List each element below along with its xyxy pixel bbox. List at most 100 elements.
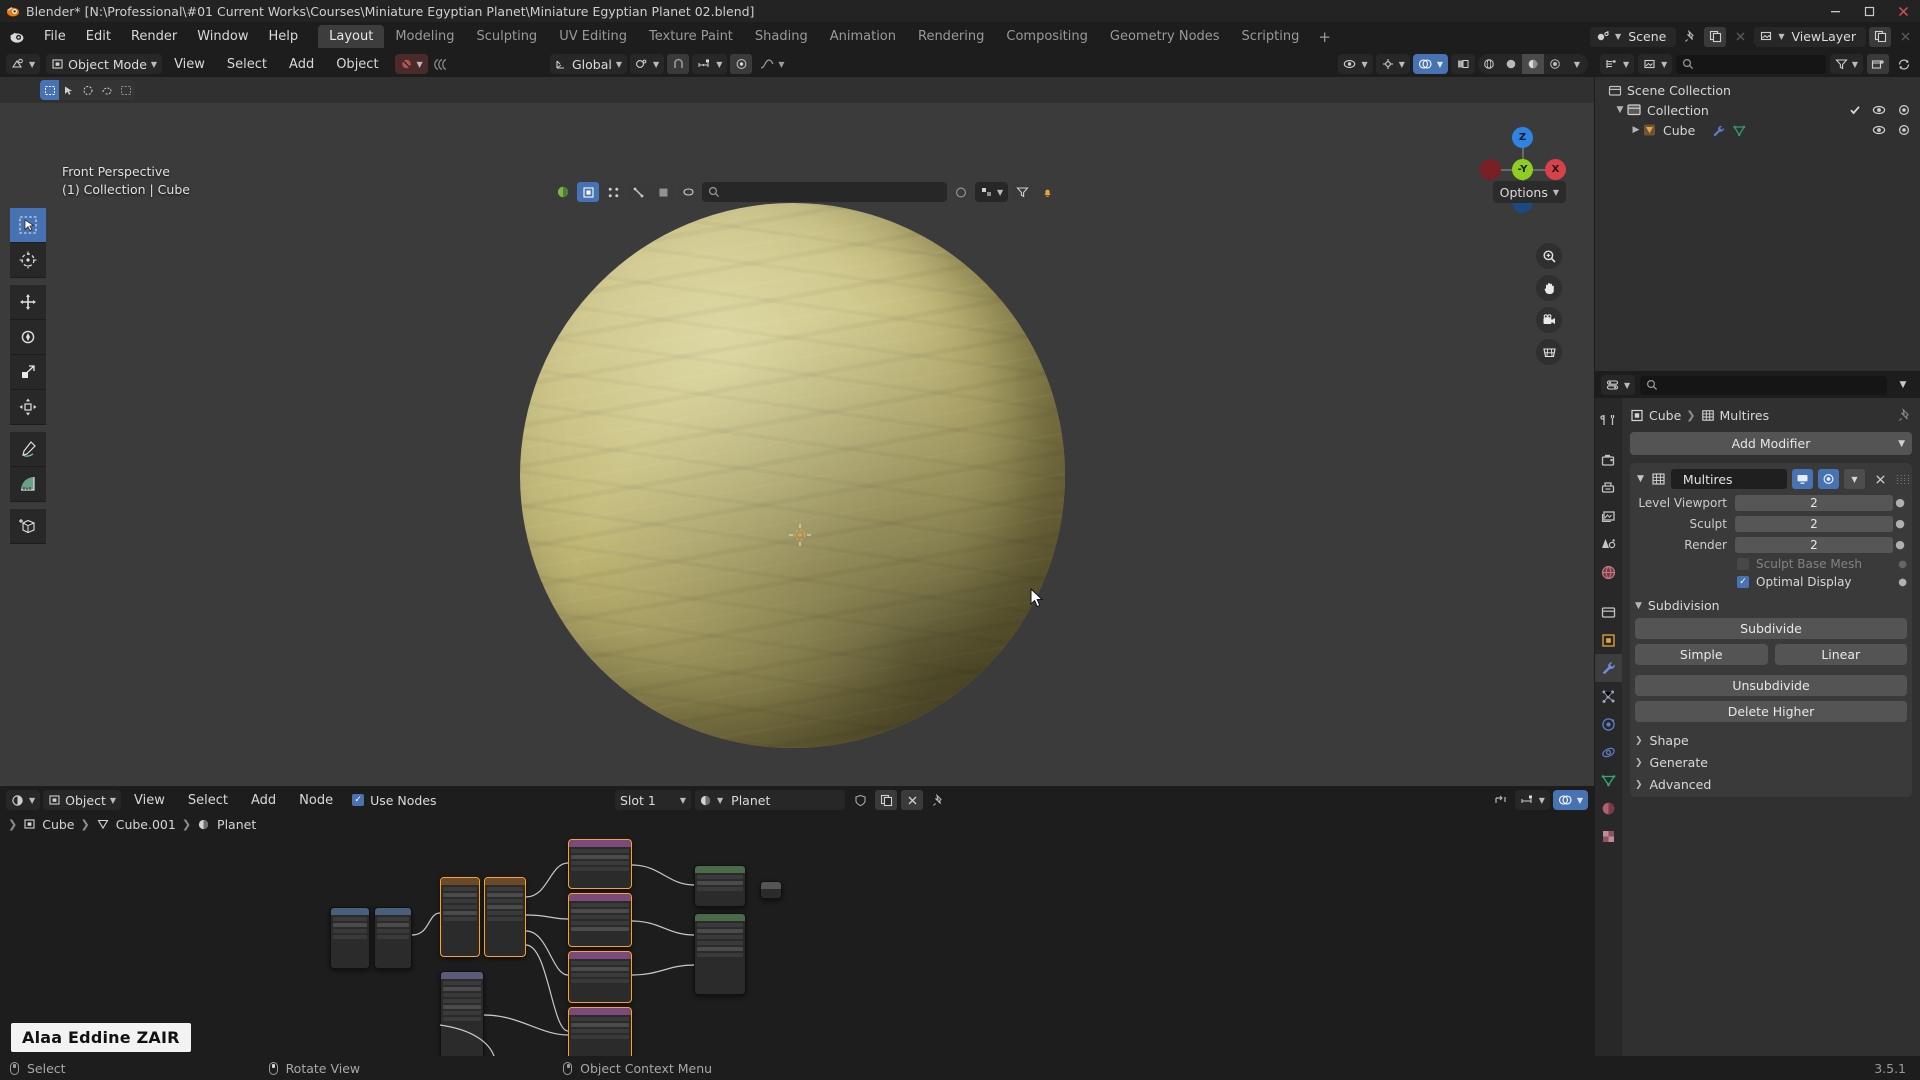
field-value[interactable]: 2 [1735,536,1893,553]
tool-rotate[interactable] [10,320,46,355]
viewport-canvas[interactable]: Front Perspective (1) Collection | Cube [0,103,1594,786]
material-selector[interactable]: ▼ Planet [695,790,845,810]
node-reroute-1[interactable] [760,881,782,899]
workspace-tab-sculpting[interactable]: Sculpting [465,25,548,48]
menu-file[interactable]: File [34,26,76,47]
properties-tab-texture[interactable] [1595,822,1622,850]
snap-node-icon[interactable] [1490,790,1512,810]
checkbox-on-icon[interactable]: ✓ [1737,576,1749,588]
node-snap-settings[interactable]: ▼ [1514,790,1550,810]
material-slot-selector[interactable]: Slot 1 ▼ [615,790,691,810]
node-noise-texture-2[interactable] [568,893,632,947]
unlink-scene-icon[interactable] [1729,27,1751,47]
properties-tab-world[interactable] [1595,558,1622,586]
modifier-checkbox-optimal-display[interactable]: ✓ Optimal Display ● [1635,575,1907,589]
outliner-row-collection[interactable]: ▼ Collection [1595,100,1920,120]
shader-editor-type[interactable]: ▼ [6,790,41,810]
select-island-icon[interactable] [677,182,699,202]
pan-hand-icon[interactable] [1536,275,1562,301]
pivot-point-selector[interactable]: ▼ [630,54,665,74]
duplicate-viewlayer-icon[interactable] [1869,26,1891,47]
shader-type-selector[interactable]: Object ▼ [43,790,122,810]
funnel-filter-icon[interactable] [1011,182,1034,202]
animate-property-dot-icon[interactable]: ● [1898,577,1907,588]
sticky-selection-icon[interactable] [950,182,972,202]
properties-tab-object-constraints[interactable] [1595,738,1622,766]
editor-type-selector[interactable]: ▼ [6,54,41,74]
add-modifier-button[interactable]: Add Modifier ▼ [1630,432,1912,455]
menu-help[interactable]: Help [259,26,309,47]
modifier-section-advanced[interactable]: ❯ Advanced [1635,777,1907,792]
xray-toggle[interactable] [1451,54,1475,74]
material-preview-icon[interactable] [1522,54,1544,74]
camera-render-icon[interactable] [1897,104,1911,116]
node-mapping[interactable] [440,971,484,1056]
checkbox-off-icon[interactable] [1737,558,1749,570]
wireframe-shading-icon[interactable] [1478,54,1500,74]
node-group-b[interactable] [484,877,526,957]
subdivide-button[interactable]: Subdivide [1635,618,1907,639]
unlink-material-icon[interactable] [901,790,923,810]
select-lasso-icon[interactable] [97,80,116,100]
object-mode-extra-icon[interactable]: ▼ [394,54,428,74]
outliner-editor-type[interactable]: ▼ [1600,54,1635,74]
modifier-delete-icon[interactable] [1870,469,1891,489]
pin-icon[interactable] [1679,27,1701,47]
expander-triangle-icon[interactable]: ▶ [1629,125,1643,135]
zoom-icon[interactable] [1536,243,1562,269]
workspace-tab-texture-paint[interactable]: Texture Paint [638,25,744,48]
properties-tab-modifiers[interactable] [1595,654,1622,682]
fake-user-shield-icon[interactable] [849,790,871,810]
node-overlays-toggle[interactable]: ▼ [1552,790,1588,810]
tool-move[interactable] [10,285,46,320]
toggle-orthographic-icon[interactable] [1536,339,1562,365]
linear-button[interactable]: Linear [1774,644,1907,665]
minimize-icon[interactable] [1818,0,1852,22]
maximize-icon[interactable] [1852,0,1886,22]
close-icon[interactable] [1886,0,1920,22]
modifier-section-subdivision[interactable]: ▼ Subdivision [1635,598,1907,613]
animate-property-dot-icon[interactable]: ● [1893,517,1907,530]
properties-options-chevron-icon[interactable]: ▼ [1892,375,1914,395]
animate-property-dot-icon[interactable]: ● [1893,538,1907,551]
gizmo-axis-z[interactable]: Z [1512,127,1533,148]
drag-grip-icon[interactable]: :::::::: [1896,473,1910,486]
outliner-search-input[interactable] [1676,54,1826,74]
properties-tab-view-layer[interactable] [1595,502,1622,530]
delete-higher-button[interactable]: Delete Higher [1635,701,1907,722]
node-noise-texture-1[interactable] [568,839,632,889]
overlays-toggle[interactable]: ▼ [1412,54,1448,74]
viewport-search-input[interactable] [702,182,947,202]
select-box-icon[interactable] [40,80,59,100]
solid-shading-icon[interactable] [1500,54,1522,74]
properties-tab-scene[interactable] [1595,530,1622,558]
snap-settings-selector[interactable]: ▼ [692,54,728,74]
expander-triangle-icon[interactable]: ▼ [1613,105,1627,115]
properties-tab-collection[interactable] [1595,598,1622,626]
eye-icon[interactable] [1872,124,1886,136]
new-material-icon[interactable] [875,790,897,810]
select-edge-icon[interactable] [627,182,649,202]
workspace-tab-layout[interactable]: Layout [318,25,385,48]
shader-menu-select[interactable]: Select [178,790,238,811]
workspace-tab-rendering[interactable]: Rendering [907,25,995,48]
properties-tab-material[interactable] [1595,794,1622,822]
node-value-a[interactable] [330,907,370,969]
chevron-down-icon[interactable]: ▼ [1635,474,1646,484]
menu-render[interactable]: Render [121,26,187,47]
workspace-tab-compositing[interactable]: Compositing [995,25,1099,48]
checkbox-on-icon[interactable]: ✓ [352,794,365,806]
workspace-tab-shading[interactable]: Shading [744,25,819,48]
outliner-display-mode[interactable]: ▼ [1638,54,1673,74]
tool-tweak-select-box[interactable] [10,208,46,243]
magnet-icon[interactable] [667,54,690,74]
rendered-shading-icon[interactable] [1544,54,1566,74]
properties-tab-particles[interactable] [1595,682,1622,710]
bell-notification-icon[interactable] [1036,182,1058,202]
shader-menu-add[interactable]: Add [241,790,286,811]
workspace-tab-uv-editing[interactable]: UV Editing [548,25,638,48]
gizmo-axis-x[interactable]: X [1545,159,1566,180]
node-colorramp-1[interactable] [694,865,746,907]
properties-editor-type[interactable]: ▼ [1601,375,1636,395]
display-in-render-icon[interactable] [1818,469,1839,489]
